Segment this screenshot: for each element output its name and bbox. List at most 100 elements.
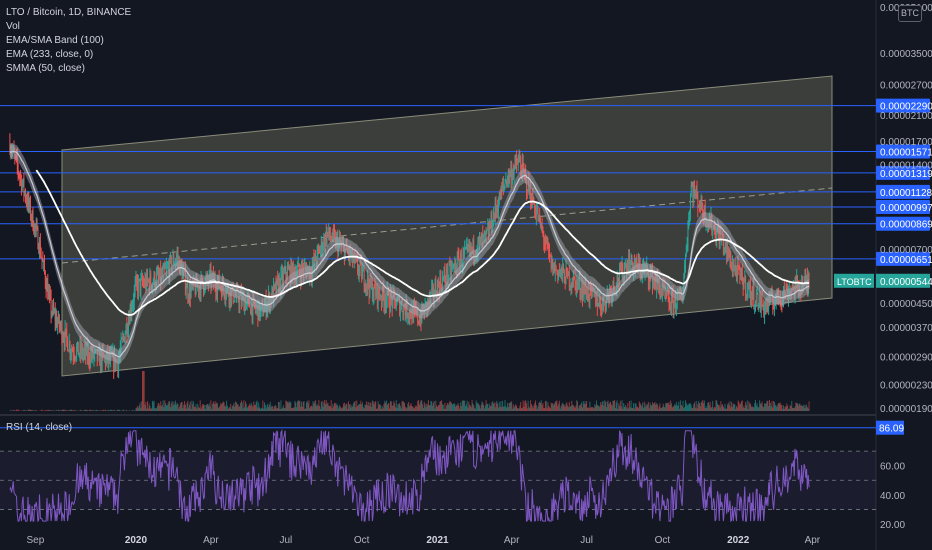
candle-body <box>483 234 485 237</box>
candle-body <box>69 342 71 354</box>
candle-body <box>715 237 717 240</box>
candle-body <box>569 286 571 288</box>
legend-ema-sma-band[interactable]: EMA/SMA Band (100) <box>6 34 131 48</box>
candle-body <box>743 282 745 290</box>
candle-body <box>539 215 541 216</box>
candle-body <box>756 292 758 295</box>
candle-body <box>44 272 46 284</box>
price-tick-4: 0.00001700 <box>880 137 932 148</box>
candle-body <box>576 279 578 292</box>
legend-ema[interactable]: EMA (233, close, 0) <box>6 48 131 62</box>
candle-body <box>21 177 22 190</box>
candle-body <box>77 341 78 349</box>
candle-body <box>731 267 733 269</box>
candle-body <box>313 258 315 264</box>
candle-body <box>73 355 75 358</box>
candle-body <box>671 294 672 311</box>
candle-body <box>152 282 154 283</box>
candle-body <box>624 265 626 268</box>
candle-body <box>145 279 147 288</box>
rsi-tick-2: 40.00 <box>880 491 905 502</box>
candle-body <box>322 247 324 253</box>
candle-body <box>61 323 63 340</box>
candle-body <box>484 231 486 233</box>
candle-body <box>19 175 21 177</box>
level-label-6: 0.00000651 <box>880 255 932 266</box>
candle-body <box>580 291 582 295</box>
candle-body <box>540 225 542 227</box>
candle-body <box>324 237 326 247</box>
chart-canvas[interactable]: 0.000022900.000015710.000013190.00001128… <box>0 0 932 550</box>
legend-smma[interactable]: SMMA (50, close) <box>6 62 131 76</box>
candle-body <box>559 271 560 273</box>
candle-body <box>87 350 89 358</box>
candle-body <box>288 267 290 270</box>
candle-body <box>500 188 502 201</box>
symbol-title[interactable]: LTO / Bitcoin, 1D, BINANCE <box>6 6 131 20</box>
candle-body <box>141 277 143 279</box>
candle-body <box>600 302 602 310</box>
candle-body <box>138 279 139 293</box>
candle-body <box>76 348 78 358</box>
candle-body <box>209 270 211 274</box>
candle-body <box>690 196 691 215</box>
rsi-legend[interactable]: RSI (14, close) <box>6 422 72 433</box>
candle-body <box>410 315 412 319</box>
candle-body <box>744 276 746 283</box>
candle-body <box>90 352 92 364</box>
candle-body <box>450 264 452 275</box>
currency-badge[interactable]: BTC <box>898 5 922 22</box>
candle-body <box>619 267 620 283</box>
candle-body <box>446 268 447 284</box>
candle-body <box>670 306 672 311</box>
candle-body <box>636 258 638 265</box>
candle-body <box>71 350 73 353</box>
candle-body <box>535 213 536 217</box>
candle-body <box>464 249 466 254</box>
candle-body <box>684 265 686 277</box>
candle-body <box>371 282 373 300</box>
volume-bar <box>128 410 130 411</box>
candle-body <box>462 251 464 264</box>
rsi-value-label: 86.09 <box>879 424 904 435</box>
legend-volume[interactable]: Vol <box>6 20 131 34</box>
candle-body <box>143 282 145 286</box>
candle-body <box>166 266 168 268</box>
candle-body <box>446 268 448 281</box>
candle-body <box>292 263 294 270</box>
candle-body <box>65 328 67 330</box>
candle-body <box>263 312 265 316</box>
candle-body <box>400 307 401 315</box>
candle-body <box>36 225 38 229</box>
candle-body <box>22 178 24 184</box>
candle-body <box>132 303 134 309</box>
candle-body <box>685 251 687 256</box>
candle-body <box>488 226 489 235</box>
candle-body <box>334 232 335 235</box>
candle-body <box>504 183 506 185</box>
price-tick-7: 0.00000450 <box>880 299 932 310</box>
candle-body <box>471 246 473 250</box>
candle-body <box>516 163 518 165</box>
candle-body <box>691 185 693 188</box>
candle-body <box>582 285 583 298</box>
candle-body <box>695 189 697 194</box>
candle-body <box>17 165 19 173</box>
candle-body <box>676 306 677 308</box>
candle-body <box>631 255 633 265</box>
candle-body <box>188 296 190 300</box>
volume-bar <box>18 410 20 411</box>
candle-body <box>465 247 466 250</box>
candle-body <box>64 328 66 344</box>
candle-body <box>57 322 59 327</box>
candle-body <box>37 228 39 249</box>
candle-body <box>517 160 519 165</box>
candle-body <box>577 282 579 285</box>
candle-body <box>732 263 733 269</box>
candle-body <box>72 350 73 352</box>
candle-body <box>50 296 52 315</box>
candle-body <box>142 277 143 283</box>
candle-body <box>70 352 72 354</box>
candle-body <box>538 215 540 221</box>
candle-body <box>39 241 41 256</box>
